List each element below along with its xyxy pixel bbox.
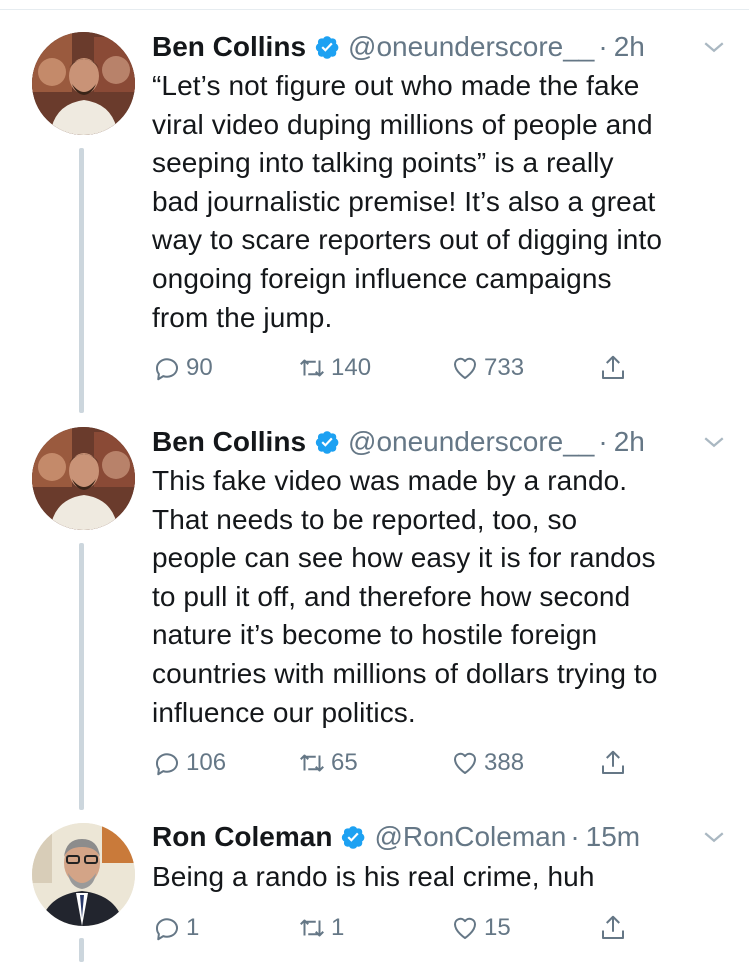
chevron-down-icon[interactable] — [699, 822, 729, 852]
retweet-button[interactable]: 1 — [297, 910, 344, 946]
reply-button[interactable]: 1 — [152, 910, 199, 946]
timestamp[interactable]: 15m — [586, 820, 640, 854]
like-icon — [454, 917, 476, 939]
reply-count: 1 — [186, 914, 200, 941]
thread-line — [79, 938, 84, 962]
tweet[interactable]: Ron Coleman @RonColeman · 15m Being a ra… — [0, 0, 749, 962]
share-button[interactable] — [598, 910, 632, 946]
share-icon — [602, 915, 624, 939]
handle[interactable]: @RonColeman — [374, 820, 566, 854]
retweet-count: 1 — [331, 914, 345, 941]
display-name[interactable]: Ron Coleman — [152, 820, 332, 854]
like-button[interactable]: 15 — [450, 910, 511, 946]
like-count: 15 — [484, 914, 511, 941]
reply-icon — [155, 918, 178, 941]
verified-badge-icon — [342, 826, 365, 849]
action-bar: 1 1 15 — [152, 910, 642, 946]
tweet-text: Being a rando is his real crime, huh — [152, 861, 595, 892]
avatar[interactable] — [32, 823, 135, 926]
tweet-header: Ron Coleman @RonColeman · 15m — [152, 820, 729, 854]
retweet-icon — [300, 919, 324, 937]
separator-dot: · — [570, 821, 580, 852]
